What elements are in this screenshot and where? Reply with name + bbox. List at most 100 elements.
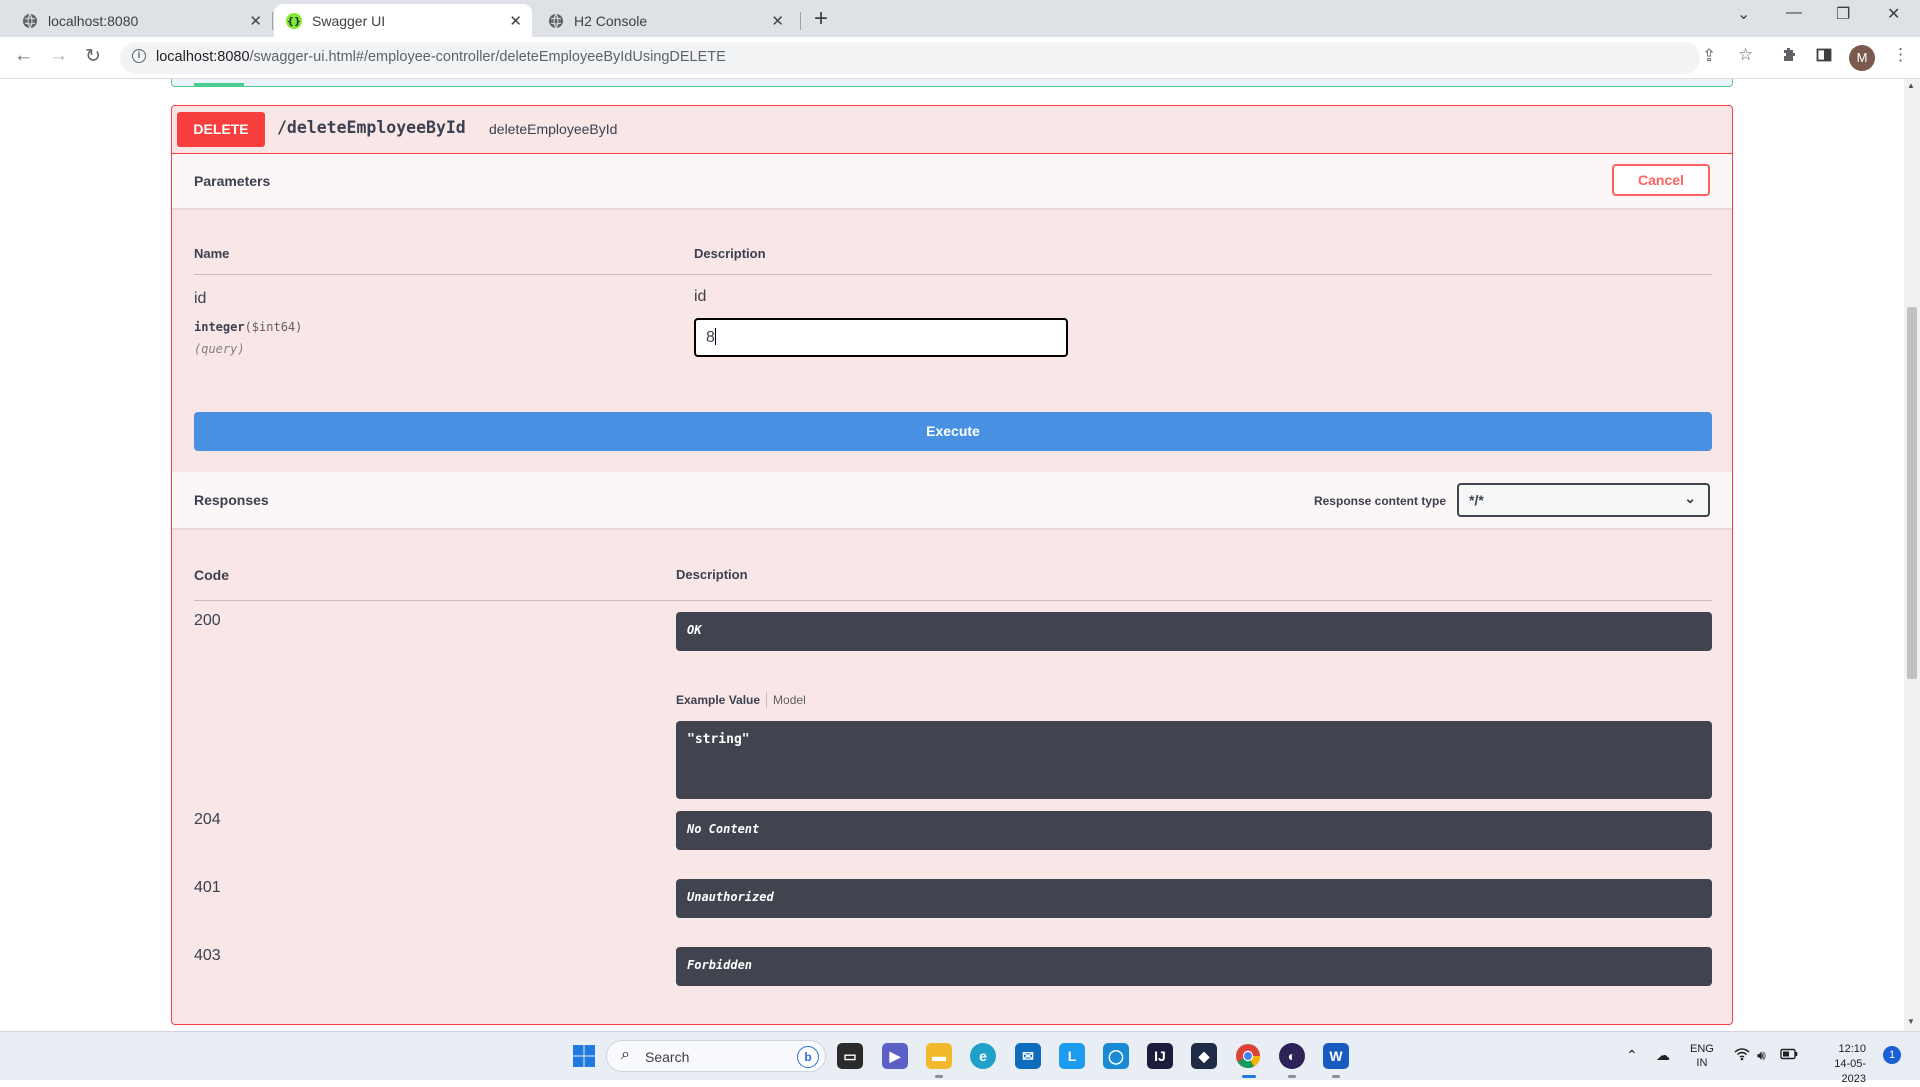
side-panel-icon[interactable]	[1816, 47, 1832, 68]
clock-time: 12:10	[1838, 1043, 1866, 1055]
extensions-icon[interactable]	[1781, 47, 1797, 68]
eclipse-icon[interactable]: ◐	[1279, 1043, 1305, 1069]
parameter-id-input[interactable]: 8	[694, 318, 1068, 357]
workbench-icon[interactable]: ◆	[1191, 1043, 1217, 1069]
column-header-name: Name	[194, 246, 230, 261]
tray-overflow-chevron-icon[interactable]: ⌃	[1626, 1047, 1638, 1064]
example-tabs: Example Value Model	[676, 692, 806, 708]
input-language[interactable]: ENG IN	[1690, 1042, 1714, 1070]
tab-strip: localhost:8080 ✕ {} Swagger UI ✕ H2 Cons…	[0, 0, 1920, 37]
restore-icon[interactable]: ❐	[1836, 4, 1850, 24]
response-code: 401	[194, 879, 221, 896]
parameter-type: integer($int64)	[194, 320, 302, 334]
page-scrollbar[interactable]: ▲ ▼	[1904, 79, 1920, 1031]
mail-icon[interactable]: ✉	[1015, 1043, 1041, 1069]
windows-start-icon[interactable]	[571, 1043, 597, 1069]
minimize-icon[interactable]: —	[1786, 4, 1802, 22]
running-indicator	[1288, 1075, 1296, 1078]
url-host: localhost:8080	[156, 49, 250, 65]
cancel-button[interactable]: Cancel	[1612, 164, 1710, 196]
volume-icon[interactable]: 🔊︎	[1757, 1047, 1766, 1064]
response-description-box: Unauthorized	[676, 879, 1712, 918]
tab-label: localhost:8080	[48, 12, 139, 29]
lang-region: IN	[1696, 1057, 1708, 1069]
example-value-box: "string"	[676, 721, 1712, 799]
site-info-icon[interactable]: i	[132, 49, 146, 63]
responses-title: Responses	[194, 492, 269, 508]
page-viewport: DELETE /deleteEmployeeById deleteEmploye…	[0, 79, 1904, 1031]
forward-arrow-icon[interactable]: →	[49, 45, 68, 67]
reload-icon[interactable]: ↻	[85, 45, 101, 68]
globe-icon	[22, 13, 38, 29]
tab-divider	[800, 12, 801, 30]
taskbar-search[interactable]: ⌕ Search b	[606, 1040, 826, 1072]
scroll-up-arrow-icon[interactable]: ▲	[1907, 81, 1915, 90]
running-indicator	[1332, 1075, 1340, 1078]
response-content-type-select[interactable]: */* ⌄	[1457, 483, 1710, 517]
tab-h2-console[interactable]: H2 Console ✕	[536, 4, 794, 37]
text-caret	[714, 328, 716, 345]
menu-kebab-icon[interactable]: ⋮	[1892, 45, 1909, 65]
notification-badge[interactable]: 1	[1883, 1046, 1901, 1064]
onedrive-cloud-icon[interactable]: ☁	[1656, 1047, 1670, 1064]
system-clock[interactable]: 12:10 14-05-2023	[1810, 1042, 1866, 1087]
operation-block-delete: DELETE /deleteEmployeeById deleteEmploye…	[171, 105, 1733, 1025]
back-arrow-icon[interactable]: ←	[14, 45, 33, 67]
svg-text:{}: {}	[287, 16, 301, 27]
operation-summary[interactable]: DELETE /deleteEmployeeById deleteEmploye…	[172, 106, 1732, 154]
clock-date: 14-05-2023	[1834, 1058, 1866, 1085]
tab-model[interactable]: Model	[773, 693, 806, 707]
window-close-icon[interactable]: ✕	[1887, 4, 1900, 24]
response-content-type-label: Response content type	[1313, 494, 1446, 508]
bing-icon[interactable]: b	[797, 1046, 819, 1068]
parameter-location: (query)	[194, 342, 245, 356]
scroll-down-arrow-icon[interactable]: ▼	[1907, 1017, 1915, 1026]
running-indicator	[935, 1075, 943, 1078]
close-icon[interactable]: ✕	[509, 12, 522, 30]
responses-header: Responses Response content type */* ⌄	[172, 472, 1732, 528]
column-header-description: Description	[694, 246, 766, 261]
parameter-description: id	[694, 288, 707, 305]
chrome-icon[interactable]	[1235, 1043, 1261, 1069]
tab-localhost[interactable]: localhost:8080 ✕	[10, 4, 272, 37]
parameter-id-value: 8	[706, 329, 715, 346]
intellij-icon[interactable]: IJ	[1147, 1043, 1173, 1069]
url-path: /swagger-ui.html#/employee-controller/de…	[249, 49, 726, 65]
url-text[interactable]: localhost:8080/swagger-ui.html#/employee…	[156, 49, 726, 65]
scrollbar-thumb[interactable]	[1907, 307, 1917, 679]
parameter-format: ($int64)	[244, 320, 303, 334]
address-bar[interactable]: i localhost:8080/swagger-ui.html#/employ…	[120, 42, 1700, 74]
swagger-icon: {}	[286, 12, 302, 29]
file-explorer-icon[interactable]: ▬	[926, 1043, 952, 1069]
profile-avatar[interactable]: M	[1849, 45, 1875, 71]
tab-search-chevron-icon[interactable]: ⌄	[1737, 4, 1750, 24]
response-code: 200	[194, 612, 221, 629]
battery-icon[interactable]	[1780, 1047, 1798, 1063]
parameter-name: id	[194, 290, 207, 307]
task-view-icon[interactable]: ▭	[837, 1043, 863, 1069]
teams-chat-icon[interactable]: ▶	[882, 1043, 908, 1069]
table-divider	[194, 600, 1712, 601]
bookmark-star-icon[interactable]: ☆	[1738, 45, 1753, 65]
tab-swagger-ui[interactable]: {} Swagger UI ✕	[274, 4, 532, 37]
parameters-header: Parameters Cancel	[172, 154, 1732, 208]
share-icon[interactable]: ⇪	[1702, 46, 1716, 66]
close-icon[interactable]: ✕	[249, 12, 262, 30]
new-tab-icon[interactable]: +	[814, 5, 828, 33]
column-header-code: Code	[194, 567, 229, 583]
edge-browser-icon[interactable]: e	[970, 1043, 996, 1069]
tab-example-value[interactable]: Example Value	[676, 693, 760, 707]
parameter-type-name: integer	[194, 320, 245, 334]
tab-divider	[272, 12, 273, 30]
app-circle-icon[interactable]: ◯	[1103, 1043, 1129, 1069]
search-icon: ⌕	[621, 1046, 630, 1063]
close-icon[interactable]: ✕	[771, 12, 784, 30]
globe-icon	[548, 13, 564, 29]
l-app-icon[interactable]: L	[1059, 1043, 1085, 1069]
execute-button[interactable]: Execute	[194, 412, 1712, 451]
table-divider	[194, 274, 1712, 275]
wifi-icon[interactable]	[1734, 1047, 1750, 1064]
word-icon[interactable]: W	[1323, 1043, 1349, 1069]
browser-toolbar: ← → ↻ i localhost:8080/swagger-ui.html#/…	[0, 37, 1920, 79]
active-indicator	[1242, 1075, 1256, 1078]
